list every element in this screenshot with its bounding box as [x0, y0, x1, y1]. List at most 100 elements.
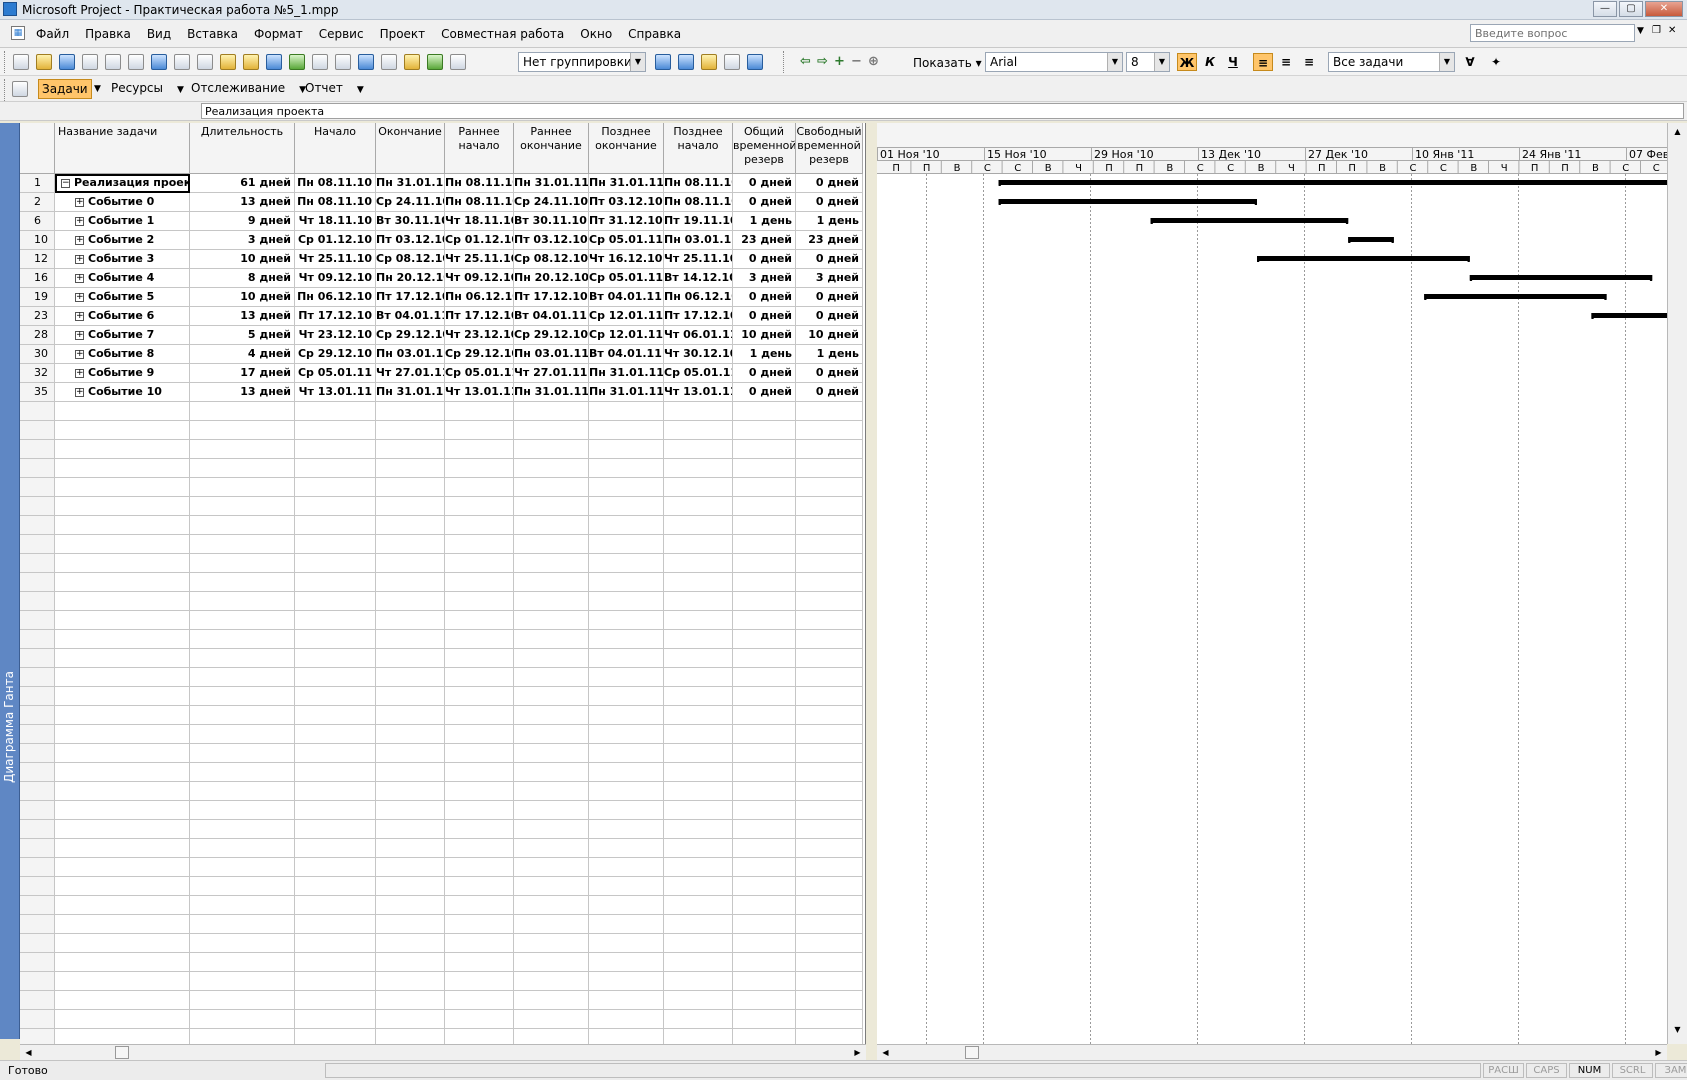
view-bar[interactable]: Диаграмма Ганта: [0, 123, 20, 1039]
cell-ff[interactable]: 10 дней: [796, 326, 863, 345]
cell-ls[interactable]: Пн 06.12.10: [664, 288, 733, 307]
early-start-header[interactable]: Раннее начало: [445, 123, 514, 174]
cell-ef[interactable]: Вт 04.01.11: [514, 307, 589, 326]
cell-name[interactable]: + Событие 5: [55, 288, 190, 307]
minimize-icon[interactable]: —: [1593, 1, 1617, 17]
cell-ff[interactable]: 0 дней: [796, 307, 863, 326]
cell-finish[interactable]: Ср 24.11.10: [376, 193, 445, 212]
tab-tracking[interactable]: Отслеживание ▼: [188, 79, 309, 99]
vertical-scrollbar[interactable]: ▲ ▼: [1667, 123, 1687, 1044]
cell-finish[interactable]: Чт 27.01.11: [376, 364, 445, 383]
cell-ff[interactable]: 0 дней: [796, 288, 863, 307]
cell-start[interactable]: Чт 13.01.11: [295, 383, 376, 402]
cell-tf[interactable]: 0 дней: [733, 250, 796, 269]
cell-ff[interactable]: 1 день: [796, 345, 863, 364]
cell-ls[interactable]: Чт 30.12.10: [664, 345, 733, 364]
cell-ff[interactable]: 1 день: [796, 212, 863, 231]
hyperlink-icon[interactable]: [289, 54, 305, 70]
assign-resources-icon[interactable]: [427, 54, 443, 70]
cell-lf[interactable]: Пт 03.12.10: [589, 193, 664, 212]
scroll-up-icon[interactable]: ▲: [1671, 125, 1684, 138]
tab-report[interactable]: Отчет ▼: [302, 79, 367, 99]
table-row[interactable]: 23 + Событие 6 13 дней Пт 17.12.10 Вт 04.01.1…: [20, 307, 863, 326]
chevron-down-icon[interactable]: ▼: [94, 84, 101, 94]
menu-item-0[interactable]: Файл: [36, 27, 69, 41]
cell-ff[interactable]: 0 дней: [796, 174, 863, 193]
cell-name[interactable]: + Событие 8: [55, 345, 190, 364]
cell-tf[interactable]: 23 дней: [733, 231, 796, 250]
split-task-icon[interactable]: [358, 54, 374, 70]
cell-tf[interactable]: 0 дней: [733, 193, 796, 212]
cell-es[interactable]: Пн 08.11.10: [445, 193, 514, 212]
table-row[interactable]: 1−Реализация проекта61 днейПн 08.11.10Пн…: [20, 174, 863, 193]
scroll-down-icon[interactable]: ▼: [1671, 1023, 1684, 1036]
expand-icon[interactable]: +: [75, 216, 84, 226]
table-row[interactable]: 19 + Событие 5 10 дней Пн 06.12.10 Пт 17.12.1…: [20, 288, 863, 307]
cell-tf[interactable]: 10 дней: [733, 326, 796, 345]
table-row[interactable]: 16 + Событие 48 дней Чт 09.12.10 Пн 20.12.10…: [20, 269, 863, 288]
cell-ls[interactable]: Чт 25.11.10: [664, 250, 733, 269]
cell-start[interactable]: Чт 23.12.10: [295, 326, 376, 345]
cell-start[interactable]: Чт 09.12.10: [295, 269, 376, 288]
cell-es[interactable]: Ср 05.01.11: [445, 364, 514, 383]
cell-ls[interactable]: Пн 08.11.10: [664, 174, 733, 193]
cell-start[interactable]: Ср 29.12.10: [295, 345, 376, 364]
scroll-to-task-icon[interactable]: [701, 54, 717, 70]
menu-item-3[interactable]: Вставка: [187, 27, 238, 41]
cell-lf[interactable]: Ср 12.01.11: [589, 326, 664, 345]
chevron-down-icon[interactable]: ▼: [630, 53, 645, 71]
cell-name[interactable]: + Событие 1: [55, 212, 190, 231]
chevron-down-icon[interactable]: ▼: [357, 85, 364, 95]
cell-start[interactable]: Пн 08.11.10: [295, 193, 376, 212]
cell-ef[interactable]: Пт 17.12.10: [514, 288, 589, 307]
cell-ef[interactable]: Ср 08.12.10: [514, 250, 589, 269]
document-icon[interactable]: ▦: [11, 26, 25, 40]
cell-ls[interactable]: Чт 06.01.11: [664, 326, 733, 345]
print-preview-icon[interactable]: [128, 54, 144, 70]
cell-ef[interactable]: Чт 27.01.11: [514, 364, 589, 383]
cell-ls[interactable]: Пт 17.12.10: [664, 307, 733, 326]
table-row[interactable]: 28 + Событие 75 дней Чт 23.12.10 Ср 29.12.10…: [20, 326, 863, 345]
cell-lf[interactable]: Пн 31.01.11: [589, 364, 664, 383]
cell-ef[interactable]: Пн 03.01.11: [514, 345, 589, 364]
guide-icon[interactable]: [12, 81, 28, 97]
menu-item-2[interactable]: Вид: [147, 27, 171, 41]
finish-header[interactable]: Окончание: [376, 123, 445, 174]
cell-finish[interactable]: Пт 17.12.10: [376, 288, 445, 307]
undo-icon[interactable]: [266, 54, 282, 70]
cell-name[interactable]: + Событие 4: [55, 269, 190, 288]
cell-dur[interactable]: 9 дней: [190, 212, 295, 231]
font-combo[interactable]: Arial ▼: [985, 52, 1123, 72]
late-finish-header[interactable]: Позднее окончание: [589, 123, 664, 174]
cell-es[interactable]: Чт 23.12.10: [445, 326, 514, 345]
expand-icon[interactable]: +: [75, 387, 84, 397]
link-tasks-icon[interactable]: [312, 54, 328, 70]
cell-tf[interactable]: 0 дней: [733, 174, 796, 193]
cell-start[interactable]: Пн 08.11.10: [295, 174, 376, 193]
table-row[interactable]: 35 + Событие 10 13 дней Чт 13.01.11 Пн 31.01.…: [20, 383, 863, 402]
outdent-icon[interactable]: ⇦: [800, 54, 811, 70]
copy-icon[interactable]: [197, 54, 213, 70]
align-left-icon[interactable]: ≡: [1253, 53, 1273, 71]
cell-dur[interactable]: 13 дней: [190, 383, 295, 402]
cell-es[interactable]: Пн 06.12.10: [445, 288, 514, 307]
split-divider[interactable]: [866, 123, 877, 1060]
scroll-left-icon[interactable]: ◀: [879, 1046, 892, 1059]
question-input[interactable]: Введите вопрос: [1470, 24, 1635, 42]
cell-dur[interactable]: 4 дней: [190, 345, 295, 364]
cell-dur[interactable]: 10 дней: [190, 288, 295, 307]
cell-lf[interactable]: Вт 04.01.11: [589, 345, 664, 364]
cell-es[interactable]: Чт 09.12.10: [445, 269, 514, 288]
cell-ef[interactable]: Пн 31.01.11: [514, 174, 589, 193]
cell-lf[interactable]: Пн 31.01.11: [589, 174, 664, 193]
cell-start[interactable]: Ср 01.12.10: [295, 231, 376, 250]
task-notes-icon[interactable]: [404, 54, 420, 70]
cell-tf[interactable]: 3 дней: [733, 269, 796, 288]
row-number-header[interactable]: [20, 123, 55, 174]
cell-ff[interactable]: 0 дней: [796, 193, 863, 212]
search-icon[interactable]: [82, 54, 98, 70]
expand-icon[interactable]: +: [75, 349, 84, 359]
align-right-icon[interactable]: ≡: [1299, 53, 1319, 71]
duration-header[interactable]: Длительность: [190, 123, 295, 174]
menu-item-9[interactable]: Справка: [628, 27, 681, 41]
